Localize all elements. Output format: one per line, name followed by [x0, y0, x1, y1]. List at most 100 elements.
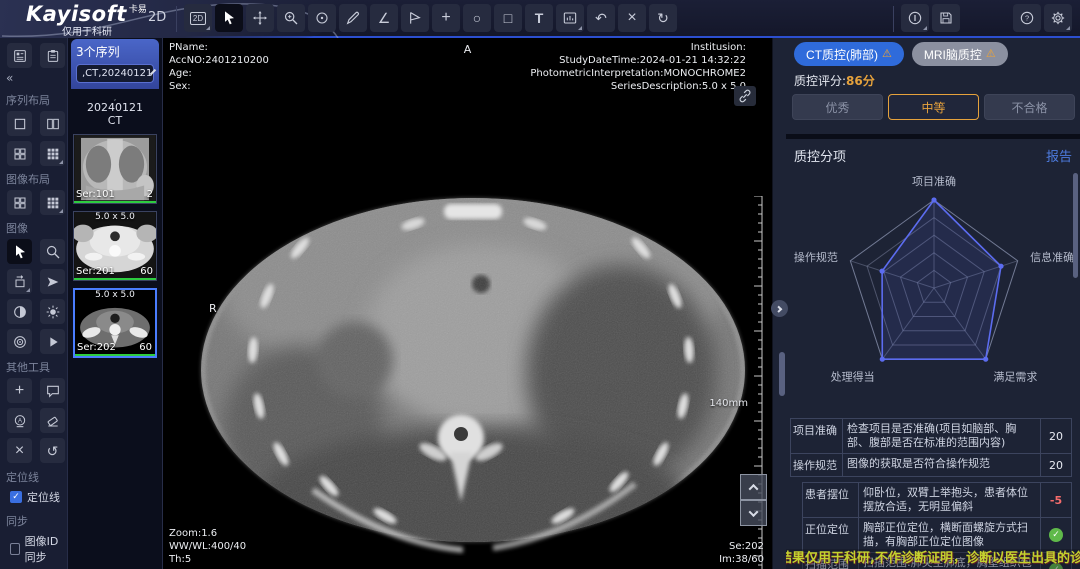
sidebar-checkbox-groups: 定位线✓定位线同步图像ID同步✓位置同步手动同步缩放/平移窗宽窗位	[0, 463, 67, 569]
tool-help-button[interactable]: ?	[1013, 4, 1041, 32]
thumbnail-progress-bar	[74, 278, 156, 280]
qc-score-cell: 20	[1041, 454, 1071, 476]
thumbnail-series-description: 5.0 x 5.0	[75, 290, 155, 300]
tool-pan-button[interactable]	[246, 4, 274, 32]
study-modality: CT	[68, 114, 162, 127]
tool-image-brightness-button[interactable]	[40, 299, 65, 324]
section-divider	[786, 134, 1080, 139]
tab-ct-lung-qc[interactable]: CT质控(肺部) ⚠	[794, 42, 904, 66]
quality-control-panel: CT质控(肺部) ⚠ MRI脑质控 ⚠ 质控评分:86分 优秀 中等 不合格 质…	[786, 38, 1080, 569]
qc-radar-chart: 项目准确信息准确满足需求处理得当操作规范	[788, 166, 1080, 416]
tool-delete-annotation-button[interactable]: ×	[618, 4, 646, 32]
chain-link-icon	[737, 88, 753, 104]
tool-image-target-button[interactable]	[7, 329, 32, 354]
tool-layout-2d-button[interactable]: 2D	[184, 4, 212, 32]
previous-image-button[interactable]	[740, 474, 767, 500]
study-info-overlay: Institusion: StudyDateTime:2024-01-21 14…	[530, 41, 746, 93]
series-thumbnail-202-selected[interactable]: 5.0 x 5.0 Ser:202 60	[73, 288, 157, 358]
tool-angle-measure-button[interactable]: ∠	[370, 4, 398, 32]
svg-text:?: ?	[1025, 14, 1029, 23]
tool-cobb-angle-button[interactable]	[401, 4, 429, 32]
orientation-right: R	[209, 302, 217, 315]
sidebar-tool-grid: + A × ↺	[0, 378, 67, 463]
sidebar-tool-grid	[0, 111, 67, 166]
tool-tool-reset-button[interactable]: ↺	[40, 438, 65, 463]
tool-image-magnify-button[interactable]	[40, 239, 65, 264]
grade-fail-button[interactable]: 不合格	[984, 94, 1075, 120]
tool-series-layout-2x2-button[interactable]	[7, 141, 32, 166]
tool-undo-button[interactable]: ↶	[587, 4, 615, 32]
tool-image-layout-2x2-button[interactable]	[7, 190, 32, 215]
tool-length-measure-button[interactable]	[339, 4, 367, 32]
expand-panel-handle[interactable]	[771, 300, 788, 317]
svg-text:操作规范: 操作规范	[794, 250, 838, 264]
qc-score-cell: 20	[1041, 419, 1071, 453]
tool-info-button[interactable]	[901, 4, 929, 32]
tool-tool-delete-button[interactable]: ×	[7, 438, 32, 463]
sidebar-top-tools	[0, 38, 67, 71]
tool-series-layout-1x1-button[interactable]	[7, 111, 32, 136]
tool-report-button[interactable]	[40, 43, 65, 68]
collapse-sidebar-button[interactable]: «	[0, 71, 67, 87]
tool-image-invert-button[interactable]	[7, 299, 32, 324]
series-count-label: 3个序列	[76, 43, 154, 60]
tool-image-flip-rotate-button[interactable]	[7, 269, 32, 294]
thumbnail-progress-bar	[74, 201, 156, 203]
tool-tool-add-button[interactable]: +	[7, 378, 32, 403]
tool-image-send-button[interactable]	[40, 269, 65, 294]
qc-table-subrow: 正位定位胸部正位定位，横断面螺旋方式扫描，有胸部正位定位图像✓	[802, 518, 1072, 553]
tool-ellipse-roi-button[interactable]: ○	[463, 4, 491, 32]
next-image-button[interactable]	[740, 500, 767, 526]
grade-medium-button[interactable]: 中等	[888, 94, 979, 120]
image-viewport[interactable]: PName: AccNO:2401210200 Age: Sex: Instit…	[163, 38, 772, 569]
tool-series-list-button[interactable]	[7, 43, 32, 68]
sidebar-sections: 序列布局图像布局图像其他工具+A×↺	[0, 87, 67, 463]
tool-save-button[interactable]	[932, 4, 960, 32]
tool-image-cine-play-button[interactable]	[40, 329, 65, 354]
panel-divider-strip	[772, 38, 786, 569]
tool-text-annotate-button[interactable]: T	[525, 4, 553, 32]
toolbar-separator	[893, 6, 894, 32]
tool-tool-comment-button[interactable]	[40, 378, 65, 403]
checkbox-定位线[interactable]: ✓定位线	[0, 487, 67, 507]
grade-excellent-button[interactable]: 优秀	[792, 94, 883, 120]
link-series-icon[interactable]	[734, 86, 756, 106]
tool-image-cursor-button[interactable]	[7, 239, 32, 264]
checkbox-图像ID同步[interactable]: 图像ID同步	[0, 531, 67, 567]
sidebar-section-title: 序列布局	[0, 87, 67, 111]
sidebar-checkbox-group-title: 定位线	[0, 463, 67, 487]
tool-preset-window-button[interactable]	[556, 4, 584, 32]
tool-probe-point-button[interactable]: +	[432, 4, 460, 32]
tool-window-level-button[interactable]	[308, 4, 336, 32]
svg-text:A: A	[17, 418, 21, 424]
series-thumbnail-101[interactable]: Ser:101 2	[73, 134, 157, 204]
series-thumbnail-201[interactable]: 5.0 x 5.0 Ser:201 60	[73, 211, 157, 281]
tab-mri-brain-qc[interactable]: MRI脑质控 ⚠	[912, 42, 1008, 66]
tool-settings-button[interactable]	[1044, 4, 1072, 32]
tool-cursor-button[interactable]	[215, 4, 243, 32]
qc-score-value: 86分	[846, 74, 875, 88]
tool-tool-eraser-button[interactable]	[40, 408, 65, 433]
tool-image-layout-grid-button[interactable]	[40, 190, 65, 215]
pacs-viewer-app: Kayisoft卡易 仅用于科研 2D 2D∠+○□T↶×↻ ? « 序列布局图…	[0, 0, 1080, 569]
report-link[interactable]: 报告	[1046, 146, 1072, 165]
qc-panel-scrollbar[interactable]	[1073, 173, 1078, 278]
tool-zoom-in-button[interactable]	[277, 4, 305, 32]
thumbnail-image-count: 2	[147, 189, 153, 200]
svg-text:信息准确: 信息准确	[1030, 250, 1074, 264]
panel-scrollbar[interactable]	[779, 352, 785, 396]
sidebar-tool-grid	[0, 239, 67, 354]
series-dropdown[interactable]: ,CT,20240121	[76, 64, 154, 83]
tool-series-layout-1x2-button[interactable]	[40, 111, 65, 136]
sidebar-tool-grid	[0, 190, 67, 215]
tool-sidebar: « 序列布局图像布局图像其他工具+A×↺ 定位线✓定位线同步图像ID同步✓位置同…	[0, 38, 68, 569]
tool-tool-stamp-button[interactable]: A	[7, 408, 32, 433]
tool-rect-roi-button[interactable]: □	[494, 4, 522, 32]
thumbnail-series-number: Ser:101	[76, 189, 115, 200]
svg-text:满足需求: 满足需求	[993, 371, 1037, 384]
tool-reset-image-button[interactable]: ↻	[649, 4, 677, 32]
svg-text:项目准确: 项目准确	[912, 175, 956, 188]
tool-series-layout-grid-button[interactable]	[40, 141, 65, 166]
sidebar-section-title: 图像	[0, 215, 67, 239]
research-disclaimer-marquee: 结果仅用于科研,不作诊断证明，诊断以医生出具的诊断	[786, 549, 1080, 569]
